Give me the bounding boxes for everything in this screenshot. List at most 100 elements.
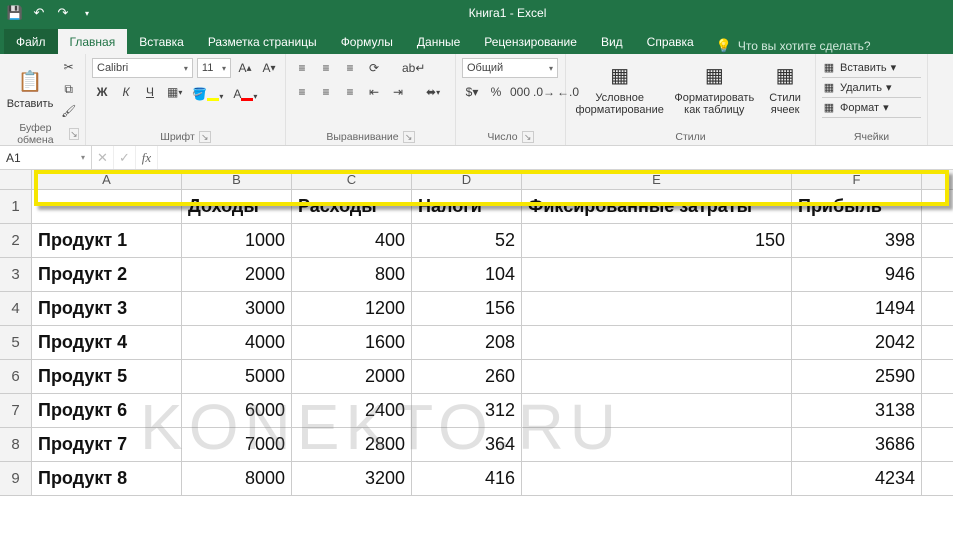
decrease-font-button[interactable]: A▾ (259, 58, 279, 78)
align-center-button[interactable]: ≡ (316, 82, 336, 102)
cell-B7[interactable]: 6000 (182, 394, 292, 427)
cell-C1[interactable]: Расходы (292, 190, 412, 223)
bold-button[interactable]: Ж (92, 82, 112, 102)
row-header-5[interactable]: 5 (0, 326, 32, 359)
cell-E3[interactable] (522, 258, 792, 291)
cell-D3[interactable]: 104 (412, 258, 522, 291)
column-header-A[interactable]: A (32, 170, 182, 189)
tell-me-search[interactable]: 💡 Что вы хотите сделать? (706, 38, 881, 54)
cell-C3[interactable]: 800 (292, 258, 412, 291)
cell-F6[interactable]: 2590 (792, 360, 922, 393)
cell-A4[interactable]: Продукт 3 (32, 292, 182, 325)
enter-formula-icon[interactable]: ✓ (114, 146, 136, 169)
clipboard-dialog-launcher[interactable]: ↘ (69, 128, 79, 140)
tab-formulas[interactable]: Формулы (329, 29, 405, 54)
cell-F3[interactable]: 946 (792, 258, 922, 291)
font-size-combo[interactable]: 11▾ (197, 58, 231, 78)
row-header-9[interactable]: 9 (0, 462, 32, 495)
insert-cells-button[interactable]: ▦Вставить ▾ (822, 58, 921, 78)
fx-icon[interactable]: fx (136, 146, 158, 169)
format-as-table-button[interactable]: ▦ Форматировать как таблицу (671, 60, 757, 118)
cell-D1[interactable]: Налоги (412, 190, 522, 223)
cell-B6[interactable]: 5000 (182, 360, 292, 393)
column-header-B[interactable]: B (182, 170, 292, 189)
cell-styles-button[interactable]: ▦ Стили ячеек (761, 60, 809, 118)
qat-customize-icon[interactable]: ▾ (78, 4, 96, 22)
cell-B5[interactable]: 4000 (182, 326, 292, 359)
tab-file[interactable]: Файл (4, 29, 58, 54)
select-all-corner[interactable] (0, 170, 32, 189)
cell-A5[interactable]: Продукт 4 (32, 326, 182, 359)
column-header-F[interactable]: F (792, 170, 922, 189)
underline-button[interactable]: Ч (140, 82, 160, 102)
cell-E4[interactable] (522, 292, 792, 325)
cell-F4[interactable]: 1494 (792, 292, 922, 325)
delete-cells-button[interactable]: ▦Удалить ▾ (822, 78, 921, 98)
column-header-D[interactable]: D (412, 170, 522, 189)
cell-B2[interactable]: 1000 (182, 224, 292, 257)
cell-D4[interactable]: 156 (412, 292, 522, 325)
align-bottom-button[interactable]: ≡ (340, 58, 360, 78)
cell-A1[interactable] (32, 190, 182, 223)
number-format-combo[interactable]: Общий▾ (462, 58, 558, 78)
cell-E6[interactable] (522, 360, 792, 393)
cancel-formula-icon[interactable]: ✕ (92, 146, 114, 169)
cell-C2[interactable]: 400 (292, 224, 412, 257)
accounting-format-button[interactable]: $▾ (462, 82, 482, 102)
row-header-4[interactable]: 4 (0, 292, 32, 325)
percent-format-button[interactable]: % (486, 82, 506, 102)
border-button[interactable]: ▦▾ (164, 82, 185, 102)
cell-A9[interactable]: Продукт 8 (32, 462, 182, 495)
align-right-button[interactable]: ≡ (340, 82, 360, 102)
cell-C8[interactable]: 2800 (292, 428, 412, 461)
column-header-C[interactable]: C (292, 170, 412, 189)
cell-C7[interactable]: 2400 (292, 394, 412, 427)
cell-D9[interactable]: 416 (412, 462, 522, 495)
align-left-button[interactable]: ≡ (292, 82, 312, 102)
tab-home[interactable]: Главная (58, 29, 128, 54)
cell-B3[interactable]: 2000 (182, 258, 292, 291)
format-cells-button[interactable]: ▦Формат ▾ (822, 98, 921, 118)
alignment-dialog-launcher[interactable]: ↘ (403, 131, 415, 143)
save-icon[interactable]: 💾 (6, 4, 24, 22)
cell-E2[interactable]: 150 (522, 224, 792, 257)
row-header-1[interactable]: 1 (0, 190, 32, 223)
cell-A3[interactable]: Продукт 2 (32, 258, 182, 291)
align-top-button[interactable]: ≡ (292, 58, 312, 78)
cell-A8[interactable]: Продукт 7 (32, 428, 182, 461)
cut-button[interactable]: ✂ (58, 57, 79, 77)
italic-button[interactable]: К (116, 82, 136, 102)
cell-A6[interactable]: Продукт 5 (32, 360, 182, 393)
cell-B8[interactable]: 7000 (182, 428, 292, 461)
paste-button[interactable]: 📋 Вставить (6, 66, 54, 112)
cell-F7[interactable]: 3138 (792, 394, 922, 427)
column-header-E[interactable]: E (522, 170, 792, 189)
cell-C5[interactable]: 1600 (292, 326, 412, 359)
cell-E9[interactable] (522, 462, 792, 495)
row-header-2[interactable]: 2 (0, 224, 32, 257)
cell-D2[interactable]: 52 (412, 224, 522, 257)
cell-F9[interactable]: 4234 (792, 462, 922, 495)
name-box[interactable]: A1▾ (0, 146, 92, 169)
cell-D7[interactable]: 312 (412, 394, 522, 427)
increase-indent-button[interactable]: ⇥ (388, 82, 408, 102)
fill-color-button[interactable]: 🪣▾ (189, 82, 226, 102)
merge-center-button[interactable]: ⬌▾ (423, 82, 443, 102)
row-header-6[interactable]: 6 (0, 360, 32, 393)
tab-insert[interactable]: Вставка (127, 29, 196, 54)
cell-A2[interactable]: Продукт 1 (32, 224, 182, 257)
cell-F5[interactable]: 2042 (792, 326, 922, 359)
cell-C4[interactable]: 1200 (292, 292, 412, 325)
number-dialog-launcher[interactable]: ↘ (522, 131, 534, 143)
conditional-formatting-button[interactable]: ▦ Условное форматирование (572, 60, 667, 118)
cell-B9[interactable]: 8000 (182, 462, 292, 495)
tab-help[interactable]: Справка (635, 29, 706, 54)
orientation-button[interactable]: ⟳ (364, 58, 384, 78)
undo-icon[interactable]: ↶ (30, 4, 48, 22)
decrease-indent-button[interactable]: ⇤ (364, 82, 384, 102)
row-header-8[interactable]: 8 (0, 428, 32, 461)
copy-button[interactable]: ⧉ (58, 79, 79, 99)
cell-E7[interactable] (522, 394, 792, 427)
comma-format-button[interactable]: 000 (510, 82, 530, 102)
cell-E5[interactable] (522, 326, 792, 359)
